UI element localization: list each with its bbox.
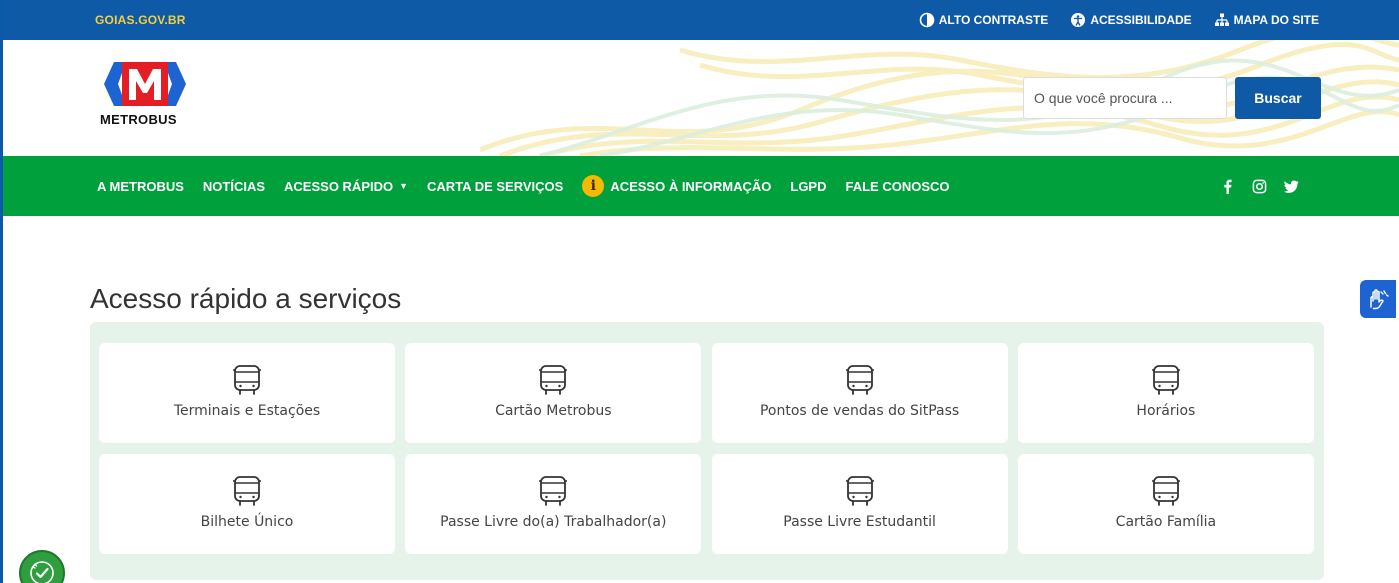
nav-item-label: FALE CONOSCO <box>845 178 950 194</box>
nav-item-label: CARTA DE SERVIÇOS <box>427 178 564 194</box>
service-card-label: Terminais e Estações <box>173 403 321 419</box>
service-card-label: Passe Livre Estudantil <box>783 514 936 530</box>
caret-down-icon: ▼ <box>399 181 409 191</box>
nav-menu: A METROBUS NOTÍCIAS ACESSO RÁPIDO ▼ CART… <box>97 156 969 216</box>
site-header: METROBUS Buscar <box>0 40 1399 156</box>
goias-gov-link[interactable]: GOIAS.GOV.BR <box>95 0 186 40</box>
nav-item-a-metrobus[interactable]: A METROBUS <box>97 179 184 194</box>
service-card-cartao-familia[interactable]: Cartão Família <box>1017 454 1314 554</box>
service-card-passe-livre-trabalhador[interactable]: Passe Livre do(a) Trabalhador(a) <box>405 454 702 554</box>
accessibility-label: ACESSIBILIDADE <box>1090 13 1192 27</box>
nav-item-noticias[interactable]: NOTÍCIAS <box>203 179 265 194</box>
nav-item-carta-de-servicos[interactable]: CARTA DE SERVIÇOS <box>427 179 563 194</box>
bus-icon <box>845 365 874 395</box>
quick-access-grid: Terminais e Estações Cartão Metrobus Pon… <box>99 343 1314 554</box>
service-card-label: Pontos de vendas do SitPass <box>759 403 960 419</box>
search-bar: Buscar <box>1023 77 1321 119</box>
sitemap-label: MAPA DO SITE <box>1233 13 1319 27</box>
service-card-label: Bilhete Único <box>200 514 294 530</box>
sign-language-hands-icon <box>1370 289 1389 310</box>
service-card-pontos-de-vendas[interactable]: Pontos de vendas do SitPass <box>711 343 1008 443</box>
bus-icon <box>845 476 874 506</box>
service-card-label: Passe Livre do(a) Trabalhador(a) <box>440 514 667 530</box>
nav-item-label: ACESSO RÁPIDO <box>284 178 394 194</box>
info-icon: i <box>582 175 605 197</box>
search-button[interactable]: Buscar <box>1235 77 1321 119</box>
accessibility-icon <box>1071 13 1086 27</box>
metrobus-logo-mark <box>104 62 186 106</box>
bus-icon <box>1151 476 1180 506</box>
bus-icon <box>233 365 261 395</box>
nav-item-label: NOTÍCIAS <box>202 178 266 194</box>
social-links <box>1219 156 1299 216</box>
facebook-icon[interactable] <box>1219 178 1235 194</box>
service-card-label: Horários <box>1136 403 1196 419</box>
main-navigation: A METROBUS NOTÍCIAS ACESSO RÁPIDO ▼ CART… <box>0 156 1399 216</box>
service-card-label: Cartão Família <box>1115 514 1217 530</box>
twitter-icon[interactable] <box>1283 178 1299 194</box>
contrast-icon <box>919 12 935 28</box>
window-left-border <box>0 0 3 583</box>
service-card-passe-livre-estudantil[interactable]: Passe Livre Estudantil <box>711 454 1008 554</box>
service-card-cartao-metrobus[interactable]: Cartão Metrobus <box>405 343 702 443</box>
government-top-bar: GOIAS.GOV.BR ALTO CONTRASTE ACESSIBILIDA… <box>0 0 1399 40</box>
search-input[interactable] <box>1023 77 1227 119</box>
service-card-label: Cartão Metrobus <box>495 403 612 419</box>
hand-check-icon <box>30 561 54 583</box>
service-card-terminais[interactable]: Terminais e Estações <box>99 343 395 443</box>
instagram-icon[interactable] <box>1251 178 1267 194</box>
accessibility-link[interactable]: ACESSIBILIDADE <box>1070 12 1192 28</box>
metrobus-logo[interactable]: METROBUS <box>100 62 190 134</box>
bus-icon <box>539 476 568 506</box>
bus-icon <box>1151 365 1180 395</box>
page-title: Acesso rápido a serviços <box>90 283 402 314</box>
bus-icon <box>539 365 568 395</box>
high-contrast-link[interactable]: ALTO CONTRASTE <box>919 12 1049 28</box>
nav-item-fale-conosco[interactable]: FALE CONOSCO <box>846 179 950 194</box>
top-utility-links: ALTO CONTRASTE ACESSIBILIDADE MAPA DO SI… <box>919 0 1319 40</box>
vlibras-widget-button[interactable] <box>1360 280 1396 318</box>
nav-item-label: A METROBUS <box>97 178 184 194</box>
high-contrast-label: ALTO CONTRASTE <box>938 13 1049 27</box>
nav-item-label: ACESSO À INFORMAÇÃO <box>610 178 772 194</box>
service-card-bilhete-unico[interactable]: Bilhete Único <box>99 454 395 554</box>
bus-icon <box>233 476 261 506</box>
metrobus-logo-text: METROBUS <box>100 112 177 127</box>
nav-item-lgpd[interactable]: LGPD <box>790 179 826 194</box>
nav-item-acesso-rapido[interactable]: ACESSO RÁPIDO ▼ <box>284 179 408 194</box>
sitemap-link[interactable]: MAPA DO SITE <box>1214 12 1319 28</box>
service-card-horarios[interactable]: Horários <box>1017 343 1314 443</box>
sitemap-icon <box>1214 13 1229 26</box>
nav-item-label: LGPD <box>790 178 827 194</box>
nav-item-acesso-a-informacao[interactable]: i ACESSO À INFORMAÇÃO <box>582 175 771 197</box>
accessibility-widget-button[interactable] <box>19 550 65 583</box>
